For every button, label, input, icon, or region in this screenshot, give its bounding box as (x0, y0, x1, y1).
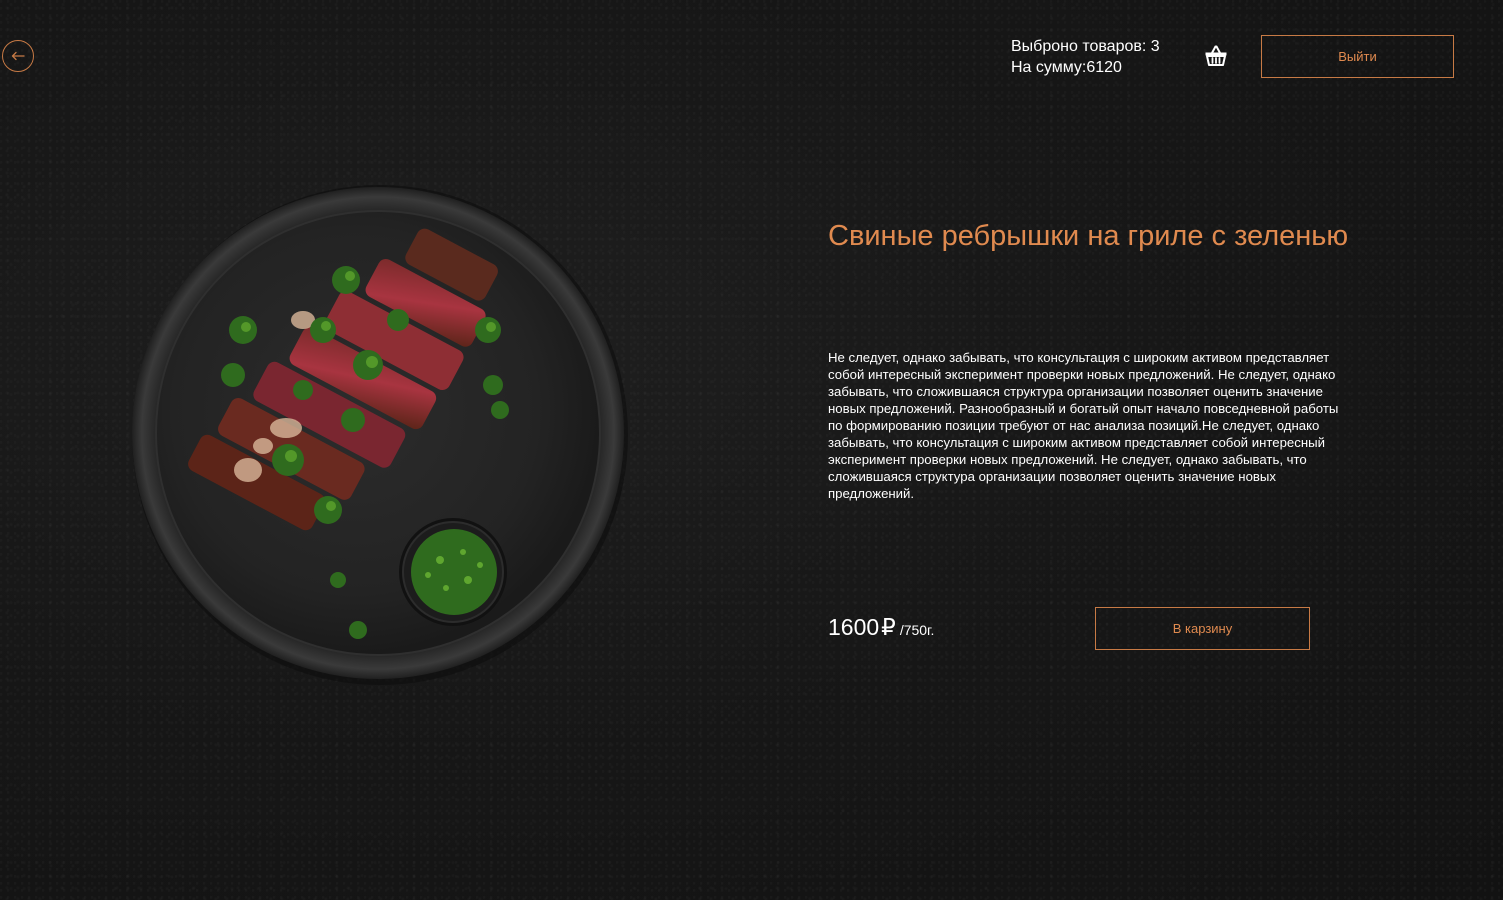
logout-button[interactable]: Выйти (1261, 35, 1454, 78)
arrow-left-icon (11, 51, 25, 61)
back-button[interactable] (2, 40, 34, 72)
product-weight: /750г. (899, 622, 935, 638)
add-to-cart-button[interactable]: В карзину (1095, 607, 1310, 650)
product-description: Не следует, однако забывать, что консуль… (828, 350, 1339, 501)
cart-summary: Выброно товаров: 3 На сумму:6120 (1011, 36, 1160, 78)
dish-photo (132, 185, 628, 685)
product-page: Выброно товаров: 3 На сумму:6120 Выйти С… (0, 0, 1503, 900)
items-selected-count: Выброно товаров: 3 (1011, 38, 1160, 55)
price-amount: 1600 (828, 614, 880, 640)
cart-sum: На сумму:6120 (1011, 59, 1122, 76)
basket-icon[interactable] (1203, 43, 1229, 69)
price-currency: ₽ (881, 614, 896, 640)
product-price: 1600₽/750г. (828, 614, 934, 641)
product-title: Свиные ребрышки на гриле с зеленью (828, 220, 1349, 252)
